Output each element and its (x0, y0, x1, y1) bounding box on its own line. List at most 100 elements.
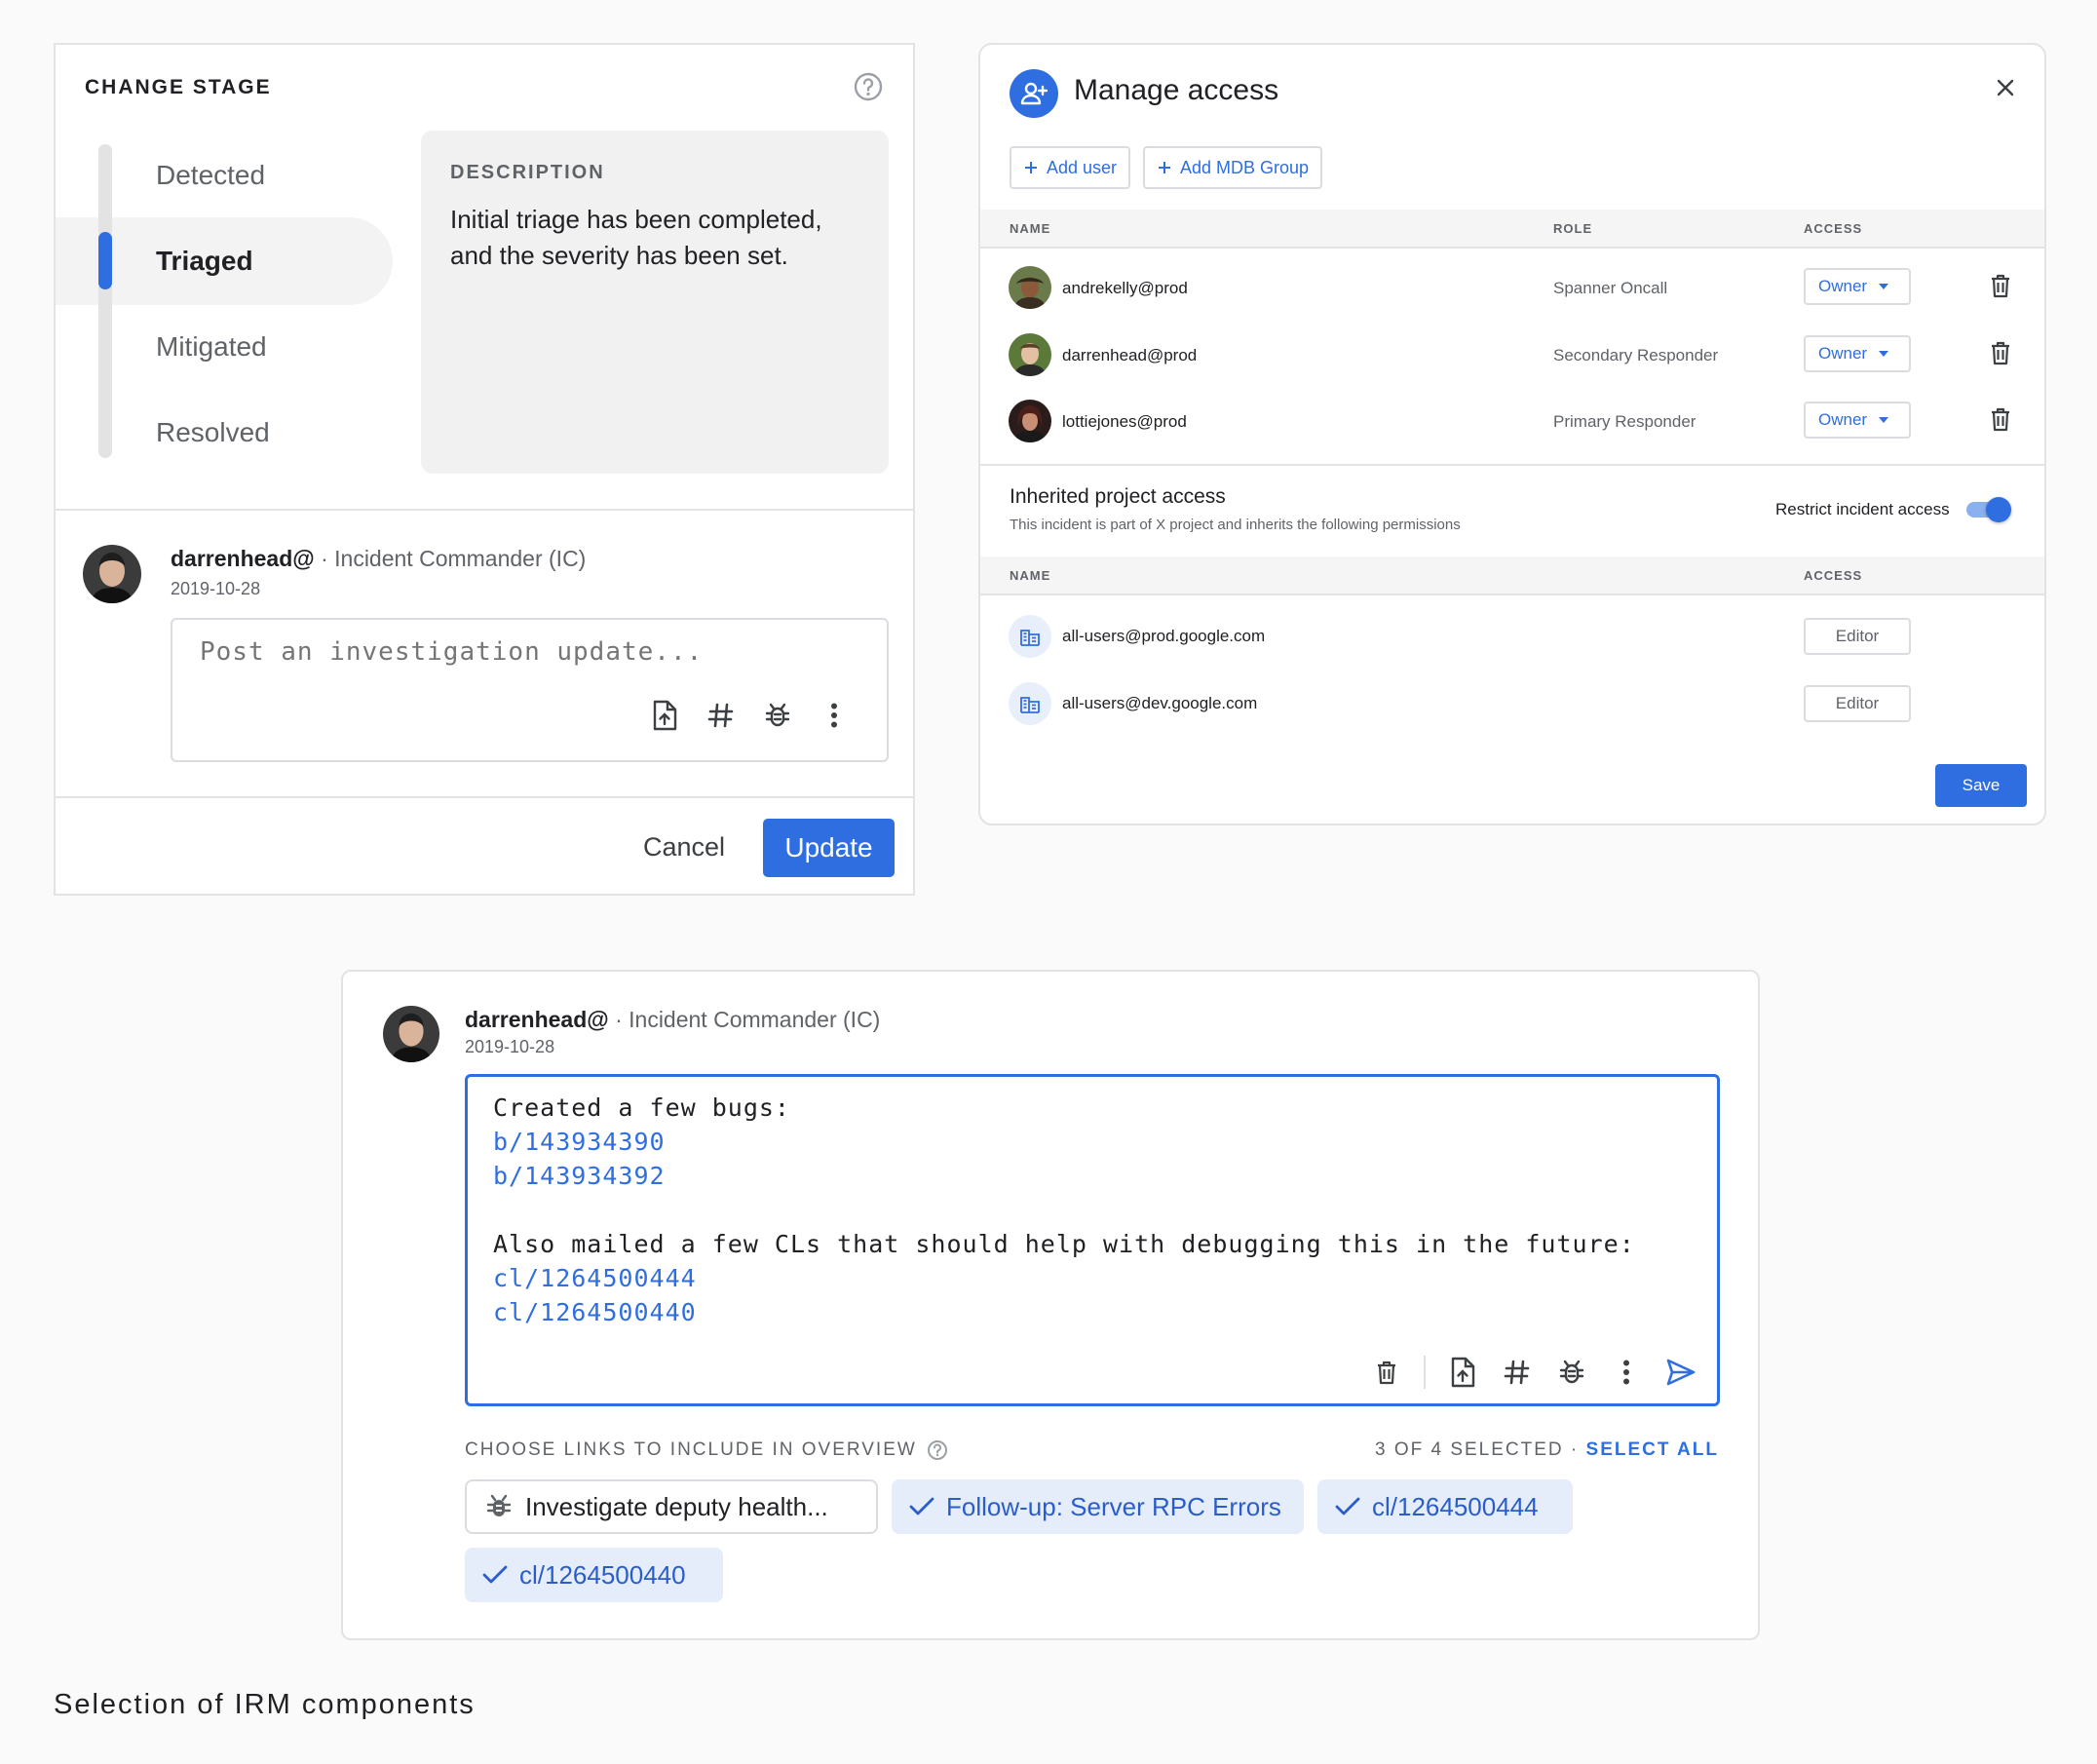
selected-count-text: 3 OF 4 SELECTED (1374, 1439, 1564, 1460)
avatar (83, 545, 141, 603)
more-options-icon[interactable] (1609, 1355, 1644, 1390)
add-user-button[interactable]: Add user (1010, 146, 1131, 189)
delete-icon[interactable] (1986, 404, 2015, 434)
user-role: Secondary Responder (1553, 346, 1719, 364)
user-name: darrenhead@prod (1062, 346, 1198, 364)
author-name: darrenhead@ (171, 546, 315, 571)
help-icon[interactable] (853, 71, 884, 102)
group-icon (1009, 615, 1051, 658)
update-composer (171, 618, 889, 762)
hashtag-icon[interactable] (1500, 1355, 1535, 1390)
bug-icon[interactable] (1554, 1355, 1589, 1390)
active-stage-indicator (98, 232, 112, 289)
avatar (383, 1006, 439, 1062)
column-access: ACCESS (1804, 221, 1863, 236)
user-role: Spanner Oncall (1553, 279, 1668, 297)
post-line: Created a few bugs: (493, 1093, 790, 1122)
delete-icon[interactable] (1986, 271, 2015, 300)
add-group-label: Add MDB Group (1180, 157, 1310, 177)
help-icon[interactable] (927, 1439, 948, 1461)
post-editor[interactable]: Created a few bugs: b/143934390 b/143934… (465, 1074, 1720, 1406)
user-name: andrekelly@prod (1062, 279, 1188, 297)
divider (56, 509, 913, 511)
access-dropdown[interactable]: Owner (1804, 268, 1911, 305)
dropdown-arrow-icon (1879, 351, 1889, 357)
check-icon (909, 1497, 934, 1515)
bug-link[interactable]: b/143934390 (493, 1125, 1635, 1159)
access-dropdown[interactable]: Owner (1804, 402, 1911, 439)
bug-icon (486, 1494, 512, 1516)
inherited-access-title: Inherited project access (1010, 485, 1226, 508)
close-icon[interactable] (1990, 72, 2021, 103)
author-role: · Incident Commander (IC) (608, 1007, 881, 1032)
plus-icon (1025, 162, 1037, 173)
link-chip[interactable]: Investigate deputy health... (465, 1479, 878, 1534)
cl-link[interactable]: cl/1264500440 (493, 1295, 1635, 1329)
avatar (1009, 266, 1051, 309)
access-value: Owner (1818, 344, 1868, 363)
add-mdb-group-button[interactable]: Add MDB Group (1143, 146, 1323, 189)
cancel-button[interactable]: Cancel (633, 824, 735, 870)
chip-label: cl/1264500444 (1372, 1491, 1539, 1521)
update-input[interactable] (200, 637, 784, 667)
dropdown-arrow-icon (1879, 417, 1889, 423)
post-body[interactable]: Created a few bugs: b/143934390 b/143934… (493, 1091, 1635, 1329)
access-dropdown[interactable]: Owner (1804, 335, 1911, 372)
stage-track (98, 144, 112, 458)
author-name: darrenhead@ (465, 1007, 609, 1032)
links-label: CHOOSE LINKS TO INCLUDE IN OVERVIEW (465, 1439, 948, 1461)
more-options-icon[interactable] (817, 698, 852, 733)
upload-file-icon[interactable] (1445, 1355, 1480, 1390)
hashtag-icon[interactable] (704, 698, 739, 733)
group-name: all-users@dev.google.com (1062, 694, 1258, 712)
stage-triaged[interactable]: Triaged (156, 246, 253, 277)
bug-icon[interactable] (760, 698, 795, 733)
groups-table-header: NAME ACCESS (980, 556, 2044, 595)
figure-caption: Selection of IRM components (54, 1689, 476, 1720)
delete-icon[interactable] (1986, 338, 2015, 367)
upload-file-icon[interactable] (647, 698, 682, 733)
chip-label: Investigate deputy health... (525, 1491, 828, 1521)
link-chip[interactable]: cl/1264500440 (465, 1548, 723, 1602)
access-value: Owner (1818, 410, 1868, 429)
update-button[interactable]: Update (763, 819, 895, 877)
post-line (493, 1193, 1635, 1227)
post-line: Also mailed a few CLs that should help w… (493, 1230, 1635, 1258)
link-chip[interactable]: Follow-up: Server RPC Errors (892, 1479, 1304, 1534)
toolbar-separator (1424, 1356, 1426, 1389)
restrict-access-label: Restrict incident access (1775, 500, 1950, 518)
column-name: NAME (1010, 221, 1051, 236)
stage-resolved[interactable]: Resolved (156, 417, 270, 448)
plus-icon (1159, 162, 1170, 173)
select-all-link[interactable]: SELECT ALL (1586, 1439, 1719, 1460)
access-value: Owner (1818, 277, 1868, 295)
add-person-icon (1010, 69, 1058, 118)
post-date: 2019-10-28 (171, 579, 261, 598)
divider (980, 464, 2044, 466)
author-role: · Incident Commander (IC) (314, 546, 587, 571)
post-date: 2019-10-28 (465, 1037, 555, 1056)
cl-link[interactable]: cl/1264500444 (493, 1261, 1635, 1295)
inherited-access-subtitle: This incident is part of X project and i… (1010, 517, 1461, 533)
divider (56, 796, 913, 798)
stage-detected[interactable]: Detected (156, 160, 265, 191)
column-access: ACCESS (1804, 568, 1863, 583)
post-author: darrenhead@ · Incident Commander (IC) (465, 1007, 880, 1033)
stage-mitigated[interactable]: Mitigated (156, 331, 267, 363)
link-chip[interactable]: cl/1264500444 (1317, 1479, 1573, 1534)
description-label: DESCRIPTION (450, 162, 605, 183)
restrict-access-toggle[interactable] (1966, 497, 2011, 522)
access-button[interactable]: Editor (1804, 618, 1911, 655)
column-name: NAME (1010, 568, 1051, 583)
composer-toolbar (647, 698, 852, 733)
bug-link[interactable]: b/143934392 (493, 1159, 1635, 1193)
access-button[interactable]: Editor (1804, 685, 1911, 722)
add-user-label: Add user (1047, 157, 1118, 177)
check-icon (482, 1565, 508, 1584)
change-stage-card: CHANGE STAGE Detected Triaged Mitigated … (54, 43, 915, 896)
send-icon[interactable] (1663, 1355, 1698, 1390)
delete-icon[interactable] (1369, 1355, 1404, 1390)
selection-count: 3 OF 4 SELECTED · SELECT ALL (1374, 1439, 1719, 1460)
links-label-text: CHOOSE LINKS TO INCLUDE IN OVERVIEW (465, 1439, 917, 1460)
save-button[interactable]: Save (1935, 764, 2027, 807)
